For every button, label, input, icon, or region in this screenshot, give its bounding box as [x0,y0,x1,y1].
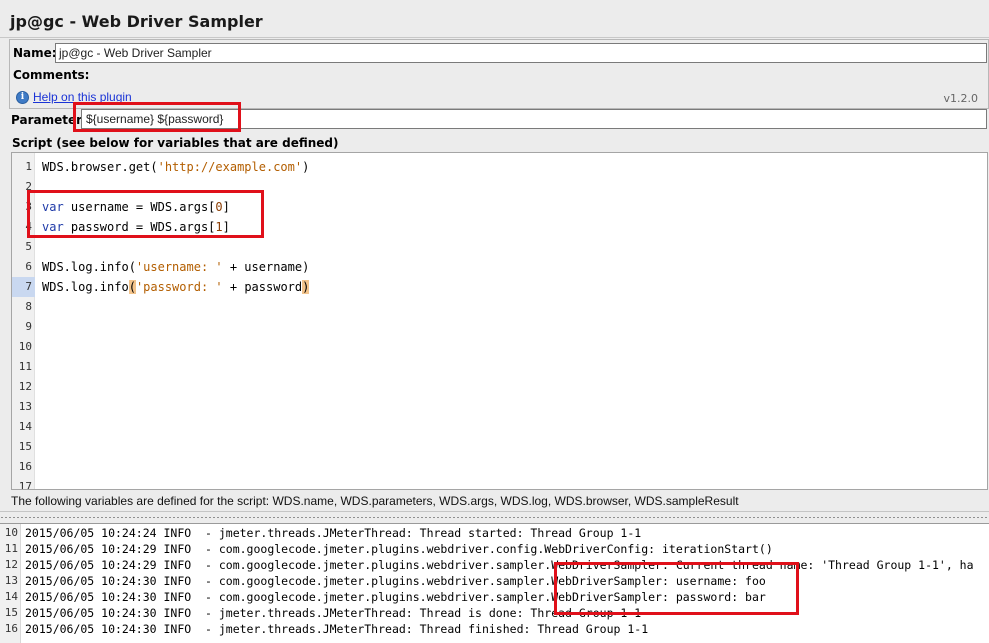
line-number: 5 [25,240,32,253]
line-number: 12 [18,380,32,393]
log-line: 2015/06/05 10:24:30 INFO - com.googlecod… [25,574,766,588]
name-label: Name: [13,46,57,60]
name-row: Name: jp@gc - Web Driver Sampler [13,43,987,63]
line-number: 10 [18,340,32,353]
line-number: 13 [18,400,32,413]
script-label: Script (see below for variables that are… [12,136,339,150]
line-number: 14 [18,420,32,433]
log-line-number: 10 [4,526,18,539]
name-field[interactable]: jp@gc - Web Driver Sampler [55,43,987,63]
divider-grip[interactable] [0,516,989,519]
code-line: WDS.log.info('username: ' + username) [42,260,310,274]
log-line: 2015/06/05 10:24:29 INFO - com.googlecod… [25,558,974,572]
line-number: 11 [18,360,32,373]
line-number: 3 [25,200,32,213]
line-number: 9 [25,320,32,333]
split-pane-divider[interactable] [0,511,989,523]
line-number: 2 [25,180,32,193]
sampler-info-panel: Name: jp@gc - Web Driver Sampler Comment… [9,39,989,109]
code-line: var password = WDS.args[1] [42,220,230,234]
info-icon: i [16,91,29,104]
parameters-field[interactable]: ${username} ${password} [81,109,987,129]
line-number: 16 [18,460,32,473]
line-number: 17 [18,480,32,490]
editor-gutter: 1 2 3 4 5 6 7 8 9 10 11 12 13 14 15 16 1… [12,153,35,489]
help-link[interactable]: Help on this plugin [33,90,132,104]
line-number: 15 [18,440,32,453]
line-number-active: 7 [12,277,35,297]
code-line: WDS.browser.get('http://example.com') [42,160,310,174]
version-label: v1.2.0 [943,92,979,105]
log-line: 2015/06/05 10:24:29 INFO - com.googlecod… [25,542,773,556]
code-line: var username = WDS.args[0] [42,200,230,214]
line-number: 1 [25,160,32,173]
title-bar: jp@gc - Web Driver Sampler [0,0,989,38]
log-line-number: 16 [4,622,18,635]
log-line-number: 12 [4,558,18,571]
log-line-number: 13 [4,574,18,587]
log-line-number: 15 [4,606,18,619]
log-line: 2015/06/05 10:24:24 INFO - jmeter.thread… [25,526,642,540]
code-line: WDS.log.info('password: ' + password) [42,280,310,294]
line-number: 4 [25,220,32,233]
log-line: 2015/06/05 10:24:30 INFO - jmeter.thread… [25,622,649,636]
log-line: 2015/06/05 10:24:30 INFO - com.googlecod… [25,590,766,604]
log-panel[interactable]: 10 11 12 13 14 15 16 2015/06/05 10:24:24… [0,523,989,643]
log-line: 2015/06/05 10:24:30 INFO - jmeter.thread… [25,606,642,620]
script-editor[interactable]: 1 2 3 4 5 6 7 8 9 10 11 12 13 14 15 16 1… [11,152,988,490]
help-row: i Help on this plugin v1.2.0 [16,89,981,107]
window-title: jp@gc - Web Driver Sampler [10,12,263,31]
line-number: 6 [25,260,32,273]
log-line-number: 14 [4,590,18,603]
log-gutter: 10 11 12 13 14 15 16 [0,524,21,643]
line-number: 8 [25,300,32,313]
variables-info-text: The following variables are defined for … [11,494,739,508]
comments-label: Comments: [13,68,90,82]
log-line-number: 11 [4,542,18,555]
